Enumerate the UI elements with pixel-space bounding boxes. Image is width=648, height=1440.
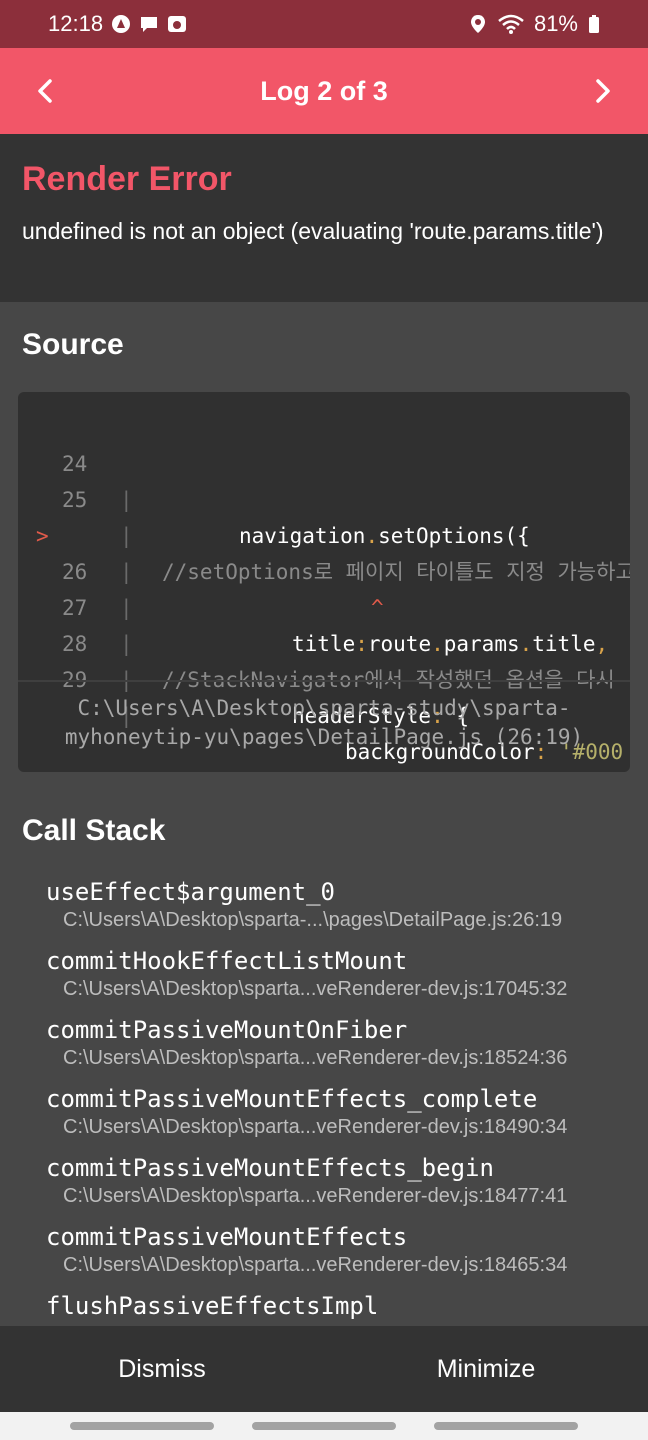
stack-frame-function: commitPassiveMountEffects_complete [46,1085,538,1113]
battery-icon [588,14,600,34]
log-counter-title: Log 2 of 3 [260,75,388,106]
system-navigation-bar [0,1412,648,1440]
source-file-path-line1: C:\Users\A\Desktop\sparta-study\sparta- [77,696,571,720]
stack-frame-location: C:\Users\A\Desktop\sparta...veRenderer-d… [63,1254,568,1276]
minimize-button[interactable]: Minimize [324,1326,648,1412]
code-line: 28 | headerStyle: { [18,590,630,728]
chevron-right-icon [596,79,610,103]
stack-frame-location: C:\Users\A\Desktop\sparta...veRenderer-d… [63,978,568,1000]
stack-frame[interactable]: commitPassiveMountEffects_complete C:\Us… [46,1083,616,1152]
status-bar: 12:18 81% [0,0,648,48]
back-handle[interactable] [434,1422,578,1430]
navigation-app-icon [111,14,131,34]
source-file-path[interactable]: C:\Users\A\Desktop\sparta-study\sparta- … [18,694,630,752]
dismiss-button[interactable]: Dismiss [0,1326,324,1412]
stack-frame[interactable]: commitPassiveMountEffects_begin C:\Users… [46,1152,616,1221]
error-summary: Render Error undefined is not an object … [0,134,648,302]
code-divider [18,680,630,682]
stack-frame-location: C:\Users\A\Desktop\sparta...veRenderer-d… [63,1185,568,1207]
code-line: | ^ [18,518,630,620]
stack-frame-function: commitHookEffectListMount [46,947,408,975]
error-message: undefined is not an object (evaluating '… [22,218,604,244]
source-code-frame[interactable]: 24 | navigation.setOptions({ 25 | //setO… [18,392,630,772]
stack-frame[interactable]: flushPassiveEffectsImpl [46,1290,616,1326]
stack-frame-function: commitPassiveMountOnFiber [46,1016,408,1044]
stack-frame-location: C:\Users\A\Desktop\sparta...veRenderer-d… [63,1116,568,1138]
stack-frame-function: commitPassiveMountEffects_begin [46,1154,494,1182]
stack-frame-location: C:\Users\A\Desktop\sparta...veRenderer-d… [63,1047,568,1069]
stack-frame[interactable]: useEffect$argument_0 C:\Users\A\Desktop\… [46,876,616,945]
location-icon [468,14,488,34]
log-header: Log 2 of 3 [0,48,648,134]
code-lines: 24 | navigation.setOptions({ 25 | //setO… [18,392,630,764]
source-file-path-line2: myhoneytip-yu\pages\DetailPage.js (26:19… [64,725,584,749]
chat-icon [139,14,159,34]
status-bar-left: 12:18 [48,11,187,37]
log-footer: Dismiss Minimize [0,1326,648,1412]
battery-percent: 81% [533,11,578,36]
home-handle[interactable] [252,1422,396,1430]
status-time: 12:18 [48,11,104,36]
call-stack-list[interactable]: useEffect$argument_0 C:\Users\A\Desktop\… [46,876,616,1326]
code-line: 27 | //StackNavigator에서 작성했던 옵션을 다시 [18,554,630,692]
code-line: 29 | backgroundColor: '#000 [18,626,630,764]
code-line-error: > 26 | title:route.params.title, [18,482,630,656]
code-line: 24 | navigation.setOptions({ [18,410,630,548]
status-bar-right: 81% [468,11,600,37]
source-section-title: Source [22,328,124,361]
next-log-button[interactable] [558,48,648,134]
stack-frame-function: commitPassiveMountEffects [46,1223,408,1251]
code-line: 25 | //setOptions로 페이지 타이틀도 지정 가능하고 [18,446,630,584]
stack-frame[interactable]: commitPassiveMountOnFiber C:\Users\A\Des… [46,1014,616,1083]
recent-apps-handle[interactable] [70,1422,214,1430]
error-title: Render Error [22,160,232,198]
wifi-icon [498,14,524,34]
call-stack-section-title: Call Stack [22,814,166,847]
camera-app-icon [167,14,187,34]
stack-frame-location: C:\Users\A\Desktop\sparta-...\pages\Deta… [63,909,563,931]
stack-frame[interactable]: commitHookEffectListMount C:\Users\A\Des… [46,945,616,1014]
chevron-left-icon [38,79,52,103]
stack-frame-function: useEffect$argument_0 [46,878,335,906]
stack-frame-function: flushPassiveEffectsImpl [46,1292,379,1320]
previous-log-button[interactable] [0,48,90,134]
stack-frame[interactable]: commitPassiveMountEffects C:\Users\A\Des… [46,1221,616,1290]
